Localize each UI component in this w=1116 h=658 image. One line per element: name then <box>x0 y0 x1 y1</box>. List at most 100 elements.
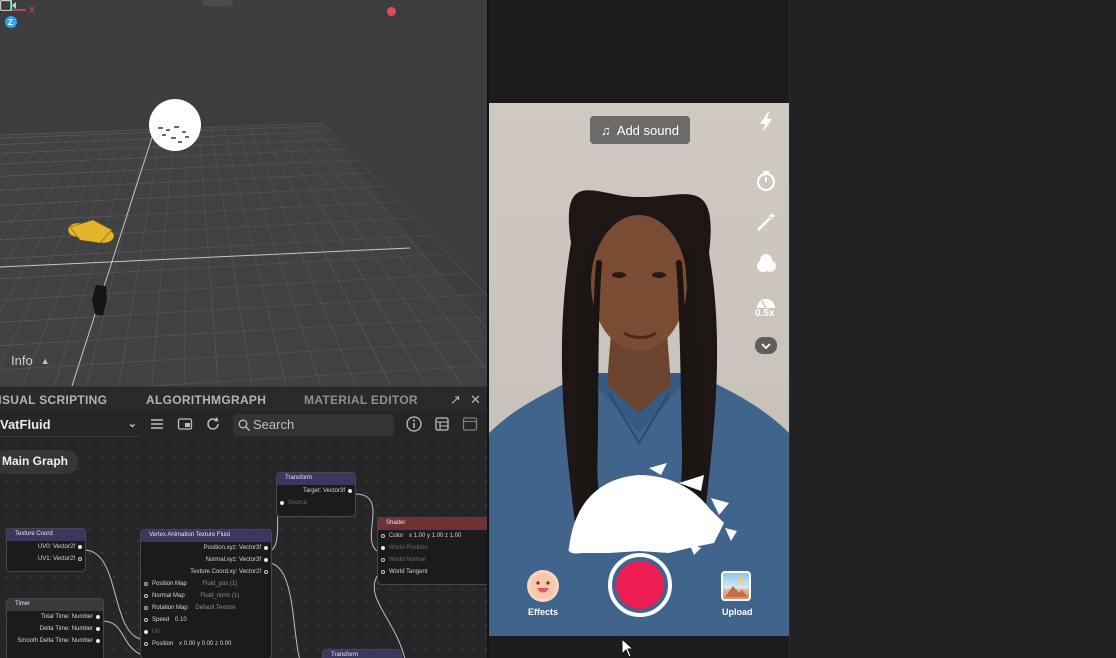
popout-icon[interactable]: ↗ <box>450 392 461 408</box>
preview-bottom-bar <box>489 636 789 658</box>
tab-visual-scripting[interactable]: VISUAL SCRIPTING <box>0 393 107 407</box>
magic-wand-icon[interactable] <box>753 209 779 235</box>
input-label: Speed <box>152 617 170 623</box>
input-label: Source <box>288 500 308 506</box>
effects-face-icon <box>530 573 556 599</box>
input-pin[interactable] <box>381 570 385 574</box>
add-sound-label: Add sound <box>616 122 679 138</box>
input-value[interactable]: x 0.00 y 0.00 z 0.00 <box>179 641 231 647</box>
node-title: Transform <box>323 650 401 658</box>
input-value[interactable]: Fluid_norm (1) <box>200 593 239 599</box>
input-label: Normal Map <box>152 593 185 599</box>
scene-grid <box>0 99 487 386</box>
output-pin[interactable] <box>78 545 82 549</box>
add-sound-button[interactable]: ♫ Add sound <box>590 116 690 144</box>
output-label: Position.xyz: Vector3f <box>203 545 261 551</box>
input-pin[interactable] <box>381 534 385 538</box>
input-pin[interactable] <box>144 630 148 634</box>
tab-algorithmgraph[interactable]: ALGORITHMGRAPH <box>146 393 266 407</box>
input-value[interactable]: x 1.00 y 1.00 z 1.00 <box>409 533 461 539</box>
effects-label: Effects <box>528 607 559 617</box>
camera-icon[interactable] <box>0 0 16 11</box>
search-placeholder: Search <box>253 417 295 432</box>
input-pin[interactable] <box>381 558 385 562</box>
side-panel <box>789 0 1116 658</box>
node-vertex-animation-texture-fluid[interactable]: Vertex Animation Texture Fluid Position.… <box>140 529 272 658</box>
input-label: World Position <box>389 545 428 551</box>
sphere-object <box>149 99 201 151</box>
output-pin[interactable] <box>264 570 268 574</box>
input-pin[interactable] <box>144 582 148 586</box>
output-pin[interactable] <box>96 639 100 643</box>
input-label: Position <box>152 641 174 647</box>
output-label: Target: Vector3f <box>302 488 345 494</box>
node-shader[interactable]: Shader Color x 1.00 y 1.00 z 1.00 World … <box>377 517 487 585</box>
timer-icon[interactable] <box>753 168 779 194</box>
node-title: Shader <box>378 518 487 530</box>
flash-icon[interactable] <box>753 109 779 135</box>
output-label: Delta Time: Number <box>39 626 93 632</box>
scene-viewport[interactable]: X Z Info ▲ <box>0 0 487 386</box>
node-title: Timer <box>7 599 103 611</box>
info-icon[interactable] <box>405 415 423 433</box>
output-pin[interactable] <box>96 627 100 631</box>
output-label: UV0: Vector2f <box>37 544 75 550</box>
node-timer[interactable]: Timer Total Time: Number Delta Time: Num… <box>6 598 104 658</box>
menu-icon[interactable] <box>148 415 166 433</box>
search-input[interactable]: Search <box>233 414 394 436</box>
node-graph-canvas[interactable]: Main Graph Transform Target: Vector3f So… <box>0 439 487 658</box>
chevron-up-icon: ▲ <box>40 355 50 366</box>
picture-in-picture-icon[interactable] <box>176 415 194 433</box>
editor-tabs: VISUAL SCRIPTING ALGORITHMGRAPH MATERIAL… <box>0 386 487 411</box>
output-label: Texture Coord.xy: Vector2f <box>190 569 261 575</box>
node-transform-top[interactable]: Transform Target: Vector3f Source <box>276 472 356 517</box>
node-transform-bottom[interactable]: Transform <box>322 649 402 658</box>
layout-icon[interactable] <box>433 415 451 433</box>
input-label: Position Map <box>152 581 187 587</box>
input-pin[interactable] <box>381 546 385 550</box>
input-value[interactable]: 0.10 <box>175 617 187 623</box>
upload-button[interactable] <box>721 571 751 601</box>
search-icon <box>238 419 250 431</box>
input-pin[interactable] <box>144 618 148 622</box>
tab-material-editor[interactable]: MATERIAL EDITOR <box>304 393 418 407</box>
output-label: Normal.xyz: Vector3f <box>205 557 261 563</box>
music-note-icon: ♫ <box>601 122 611 138</box>
refresh-icon[interactable] <box>204 415 222 433</box>
record-indicator-dot <box>387 7 396 16</box>
graph-select[interactable]: VatFluid ⌄ <box>0 413 141 437</box>
panel-toggle-icon[interactable] <box>461 415 479 433</box>
node-title: Transform <box>277 473 355 485</box>
upload-label: Upload <box>722 607 753 617</box>
more-options-button[interactable] <box>755 337 777 354</box>
input-pin[interactable] <box>280 501 284 505</box>
output-pin[interactable] <box>348 489 352 493</box>
node-title: Texture Coord <box>7 529 85 541</box>
effects-button[interactable] <box>527 570 559 602</box>
record-button[interactable] <box>608 553 672 617</box>
gizmo-x-label: X <box>29 5 35 15</box>
close-icon[interactable]: ✕ <box>470 392 481 408</box>
filters-icon[interactable] <box>753 251 779 277</box>
graph-select-value: VatFluid <box>0 417 51 432</box>
camera-preview[interactable]: ♫ Add sound 0.5x Effects Upload <box>489 103 789 636</box>
output-pin[interactable] <box>264 546 268 550</box>
input-pin[interactable] <box>144 594 148 598</box>
breadcrumb-main-graph: Main Graph <box>2 454 69 468</box>
input-label: Rotation Map <box>152 605 188 611</box>
breadcrumb[interactable]: Main Graph <box>0 450 79 474</box>
input-value[interactable]: Fluid_pos (1) <box>202 581 237 587</box>
input-pin[interactable] <box>144 606 148 610</box>
gizmo-z-label: Z <box>8 18 13 27</box>
node-texture-coord[interactable]: Texture Coord UV0: Vector2f UV1: Vector2… <box>6 528 86 572</box>
output-pin[interactable] <box>264 558 268 562</box>
output-pin[interactable] <box>78 557 82 561</box>
input-value[interactable]: Default Texture <box>195 605 235 611</box>
input-pin[interactable] <box>144 642 148 646</box>
preview-top-bar <box>489 0 789 103</box>
info-toggle[interactable]: Info ▲ <box>11 353 50 368</box>
record-button-inner <box>616 561 664 609</box>
input-label: Color <box>389 533 404 539</box>
panel-handle[interactable] <box>202 0 233 6</box>
output-pin[interactable] <box>96 615 100 619</box>
